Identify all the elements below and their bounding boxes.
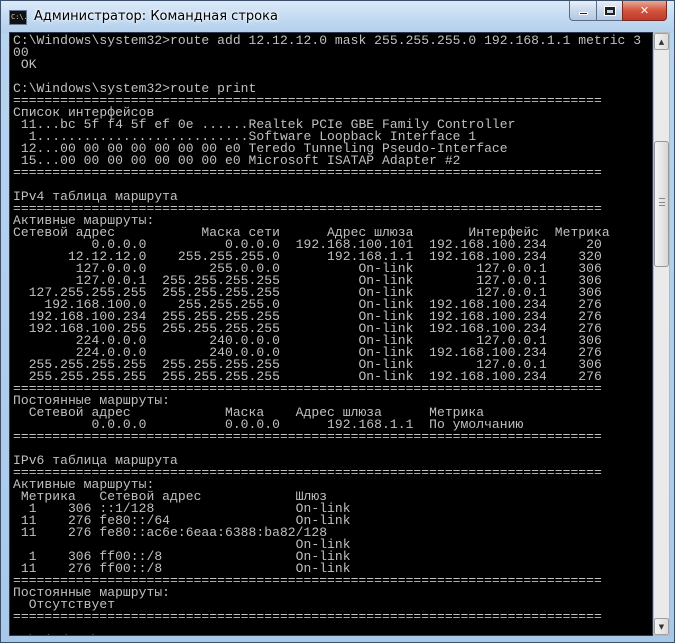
console-line: C:\Windows\system32> bbox=[13, 634, 170, 635]
console-line: ========================================… bbox=[13, 165, 602, 180]
vertical-scrollbar[interactable]: ▲ ▼ bbox=[653, 32, 670, 636]
console-text: C:\Windows\system32>route add 12.12.12.0… bbox=[13, 33, 642, 635]
console-line: OK bbox=[13, 57, 37, 72]
window-title: Администратор: Командная строка bbox=[34, 9, 278, 24]
console-line: C:\Windows\system32>route add 12.12.12.0… bbox=[13, 33, 642, 48]
minimize-icon bbox=[578, 12, 588, 15]
close-button[interactable]: ✕ bbox=[622, 1, 667, 21]
minimize-button[interactable] bbox=[569, 1, 596, 21]
title-bar[interactable]: C:\. Администратор: Командная строка ✕ bbox=[1, 1, 674, 33]
console-output-area[interactable]: C:\Windows\system32>route add 12.12.12.0… bbox=[9, 32, 653, 636]
close-icon: ✕ bbox=[639, 4, 650, 17]
scroll-thumb[interactable] bbox=[654, 141, 669, 267]
console-line: ========================================… bbox=[13, 429, 602, 444]
cmd-icon[interactable]: C:\. bbox=[9, 10, 27, 25]
scroll-down-arrow-icon[interactable]: ▼ bbox=[654, 618, 669, 635]
grip-icon bbox=[659, 198, 665, 206]
maximize-icon bbox=[604, 6, 615, 15]
console-line: 00 bbox=[13, 45, 29, 60]
maximize-button[interactable] bbox=[596, 1, 622, 21]
console-line: ========================================… bbox=[13, 609, 602, 624]
scroll-up-arrow-icon[interactable]: ▲ bbox=[654, 33, 669, 50]
command-prompt-window: C:\. Администратор: Командная строка ✕ C… bbox=[0, 0, 675, 643]
caption-buttons: ✕ bbox=[569, 1, 667, 21]
